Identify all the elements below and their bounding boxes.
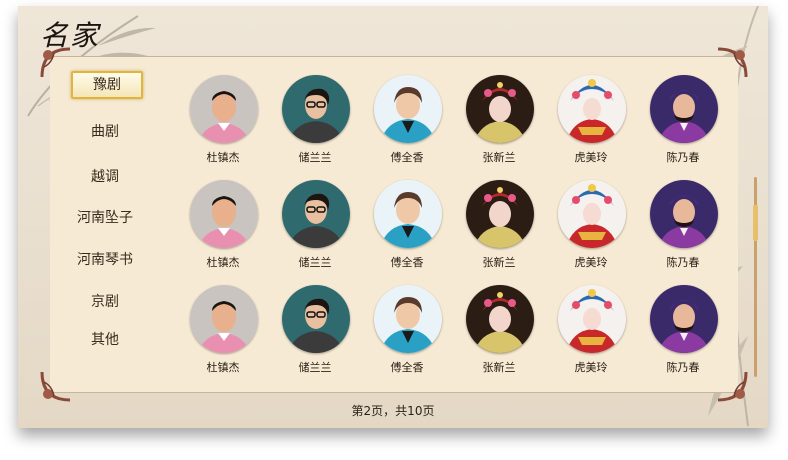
artist-name: 储兰兰 xyxy=(298,256,332,269)
app-screen: 名家 豫剧 曲剧 越调 河南坠子 河南琴书 京剧 其他 杜镇杰 储兰兰 傅全香 … xyxy=(18,6,768,428)
artist-card[interactable]: 傅全香 xyxy=(362,285,452,385)
artist-avatar[interactable] xyxy=(282,75,350,143)
artist-card[interactable]: 陈乃春 xyxy=(638,180,728,280)
artist-card[interactable]: 傅全香 xyxy=(362,75,452,175)
artist-card[interactable]: 张新兰 xyxy=(454,285,544,385)
artist-card[interactable]: 张新兰 xyxy=(454,75,544,175)
artist-name: 傅全香 xyxy=(390,151,424,164)
artist-grid: 杜镇杰 储兰兰 傅全香 张新兰 虎美玲 陈乃春 杜镇杰 储兰兰 傅全香 张新兰 虎美玲 陈乃春 杜镇杰储… xyxy=(50,57,738,392)
artist-name: 傅全香 xyxy=(390,361,424,374)
artist-name: 储兰兰 xyxy=(298,151,332,164)
artist-card[interactable]: 陈乃春 xyxy=(638,285,728,385)
artist-avatar[interactable] xyxy=(558,75,626,143)
artist-name: 张新兰 xyxy=(482,256,516,269)
artist-card[interactable]: 储兰兰 xyxy=(270,285,360,385)
scrollbar-thumb[interactable] xyxy=(753,205,758,241)
artist-name: 张新兰 xyxy=(482,151,516,164)
artist-name: 陈乃春 xyxy=(666,151,700,164)
artist-name: 张新兰 xyxy=(482,361,516,374)
artist-avatar[interactable] xyxy=(650,285,718,353)
artist-avatar[interactable] xyxy=(374,285,442,353)
artist-avatar[interactable] xyxy=(190,285,258,353)
artist-avatar[interactable] xyxy=(558,285,626,353)
pagination-label: 第2页，共10页 xyxy=(351,404,435,418)
artist-name: 陈乃春 xyxy=(666,361,700,374)
artist-card[interactable]: 杜镇杰 xyxy=(178,285,268,385)
artist-avatar[interactable] xyxy=(558,180,626,248)
artist-avatar[interactable] xyxy=(466,180,534,248)
artist-card[interactable]: 虎美玲 xyxy=(546,180,636,280)
artist-avatar[interactable] xyxy=(282,180,350,248)
artist-card[interactable]: 杜镇杰 xyxy=(178,180,268,280)
artist-avatar[interactable] xyxy=(650,75,718,143)
artist-card[interactable]: 张新兰 xyxy=(454,180,544,280)
artist-name: 虎美玲 xyxy=(574,361,608,374)
artist-avatar[interactable] xyxy=(466,285,534,353)
artist-avatar[interactable] xyxy=(374,75,442,143)
artist-card[interactable]: 虎美玲 xyxy=(546,285,636,385)
artist-avatar[interactable] xyxy=(190,75,258,143)
artist-name: 虎美玲 xyxy=(574,151,608,164)
artist-card[interactable]: 储兰兰 xyxy=(270,180,360,280)
artist-avatar[interactable] xyxy=(282,285,350,353)
artist-name: 储兰兰 xyxy=(298,361,332,374)
artist-avatar[interactable] xyxy=(190,180,258,248)
artist-card[interactable]: 虎美玲 xyxy=(546,75,636,175)
artist-card[interactable]: 傅全香 xyxy=(362,180,452,280)
artist-name: 陈乃春 xyxy=(666,256,700,269)
artist-card[interactable]: 陈乃春 xyxy=(638,75,728,175)
content-panel: 豫剧 曲剧 越调 河南坠子 河南琴书 京剧 其他 杜镇杰 储兰兰 傅全香 张新兰 虎美玲… xyxy=(40,47,758,402)
artist-name: 杜镇杰 xyxy=(206,151,240,164)
artist-card[interactable]: 储兰兰 xyxy=(270,75,360,175)
artist-name: 杜镇杰 xyxy=(206,256,240,269)
artist-name: 傅全香 xyxy=(390,256,424,269)
artist-card[interactable]: 杜镇杰 xyxy=(178,75,268,175)
artist-name: 虎美玲 xyxy=(574,256,608,269)
artist-avatar[interactable] xyxy=(466,75,534,143)
scrollbar[interactable] xyxy=(753,177,758,377)
artist-name: 杜镇杰 xyxy=(206,361,240,374)
artist-avatar[interactable] xyxy=(650,180,718,248)
artist-avatar[interactable] xyxy=(374,180,442,248)
